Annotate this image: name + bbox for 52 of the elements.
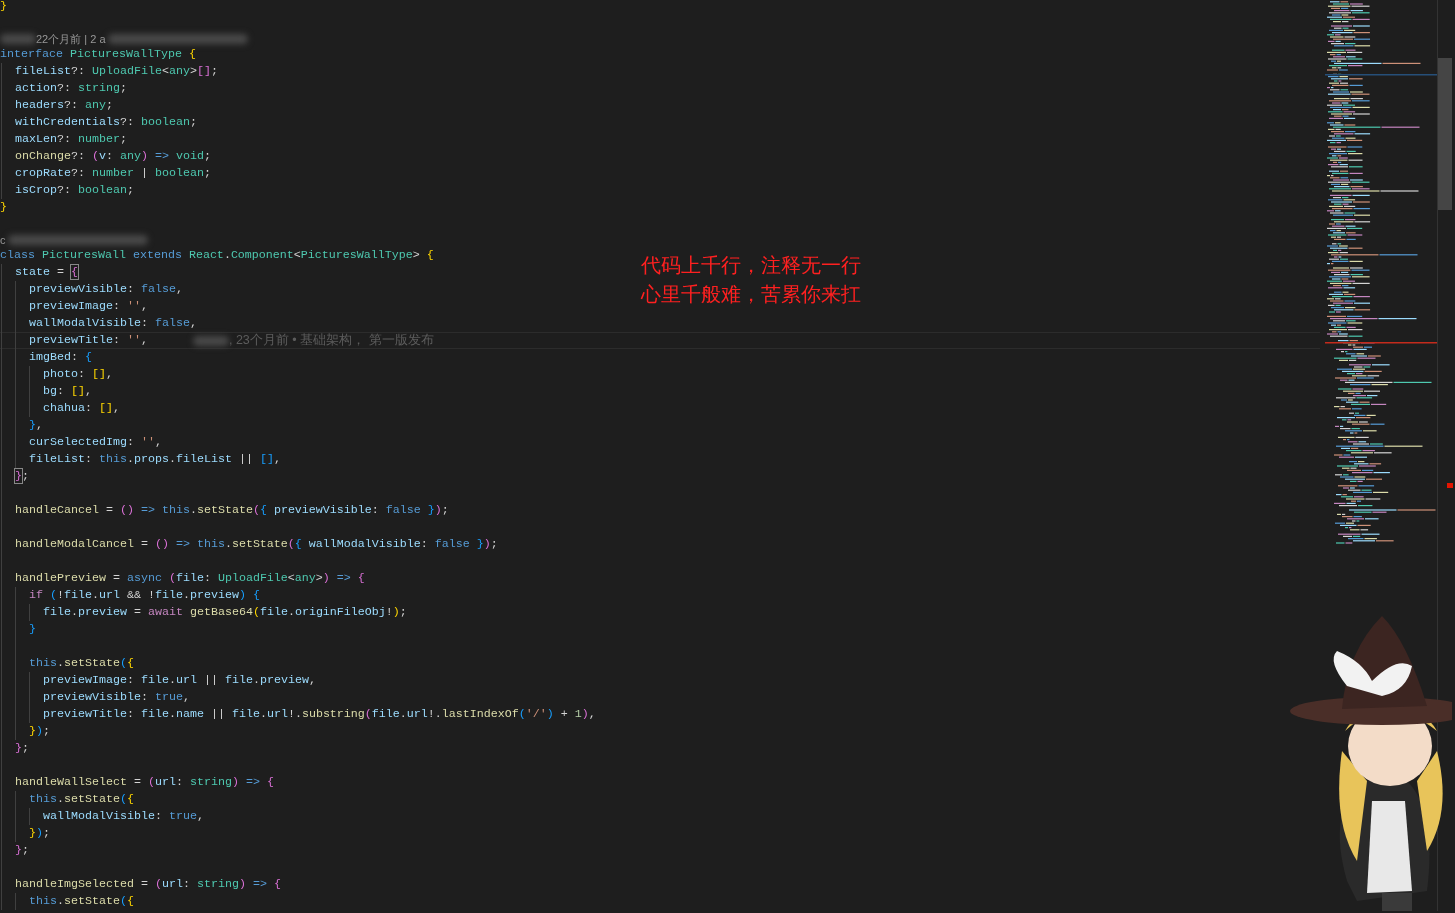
code-line: previewImage: file.url || file.preview, xyxy=(43,672,316,689)
code-line: previewImage: '', xyxy=(29,298,148,315)
note-text: 心里千般难，苦累你来扛 xyxy=(641,281,861,308)
code-line: isCrop?: boolean; xyxy=(15,182,134,199)
code-line: if (!file.url && !file.preview) { xyxy=(29,587,260,604)
code-line: previewTitle: '', xyxy=(29,332,148,349)
code-line: wallModalVisible: true, xyxy=(43,808,204,825)
code-line: }); xyxy=(29,723,50,740)
code-line: } xyxy=(0,0,7,15)
code-line: }); xyxy=(29,825,50,842)
code-line: previewVisible: true, xyxy=(43,689,190,706)
blame-text: c xyxy=(0,233,6,247)
code-line: }; xyxy=(15,842,29,859)
code-line: chahua: [], xyxy=(43,400,120,417)
note-text: 代码上千行，注释无一行 xyxy=(641,252,861,279)
code-line: handlePreview = async (file: UploadFile<any>) => { xyxy=(15,570,365,587)
code-line: action?: string; xyxy=(15,80,127,97)
code-line: handleWallSelect = (url: string) => { xyxy=(15,774,274,791)
blame-text: 22个月前 | 2 a xyxy=(36,32,106,46)
code-line: fileList: this.props.fileList || [], xyxy=(29,451,281,468)
code-line: }; xyxy=(15,740,29,757)
code-line: photo: [], xyxy=(43,366,113,383)
code-line: class PicturesWall extends React.Component<PicturesWallType> { xyxy=(0,247,434,264)
code-line: handleModalCancel = () => this.setState({ wallModalVisible: false }); xyxy=(15,536,498,553)
code-line: curSelectedImg: '', xyxy=(29,434,162,451)
code-line: file.preview = await getBase64(file.originFileObj!); xyxy=(43,604,407,621)
code-line: handleImgSelected = (url: string) => { xyxy=(15,876,281,893)
code-line: imgBed: { xyxy=(29,349,92,366)
error-marker xyxy=(1447,483,1453,488)
code-line: this.setState({ xyxy=(29,893,134,910)
code-line: cropRate?: number | boolean; xyxy=(15,165,211,182)
code-line: wallModalVisible: false, xyxy=(29,315,197,332)
code-line: } xyxy=(29,621,36,638)
code-line: headers?: any; xyxy=(15,97,113,114)
code-line: }, xyxy=(29,417,43,434)
code-line: }; xyxy=(15,468,29,485)
scrollbar-thumb[interactable] xyxy=(1438,58,1452,210)
code-line: onChange?: (v: any) => void; xyxy=(15,148,211,165)
blurred-text xyxy=(192,335,229,346)
code-line: withCredentials?: boolean; xyxy=(15,114,197,131)
code-line: } xyxy=(0,199,7,216)
code-line: this.setState({ xyxy=(29,791,134,808)
code-line: handleCancel = () => this.setState({ previewVisible: false }); xyxy=(15,502,449,519)
code-line: maxLen?: number; xyxy=(15,131,127,148)
code-line: state = { xyxy=(15,264,78,281)
code-line: interface PicturesWallType { xyxy=(0,46,196,63)
blurred-text xyxy=(0,34,36,44)
code-line: previewTitle: file.name || file.url!.substring(file.url!.lastIndexOf('/') + 1), xyxy=(43,706,596,723)
code-line: bg: [], xyxy=(43,383,92,400)
code-line: previewVisible: false, xyxy=(29,281,183,298)
code-line: this.setState({ xyxy=(29,655,134,672)
code-line: fileList?: UploadFile<any>[]; xyxy=(15,63,218,80)
